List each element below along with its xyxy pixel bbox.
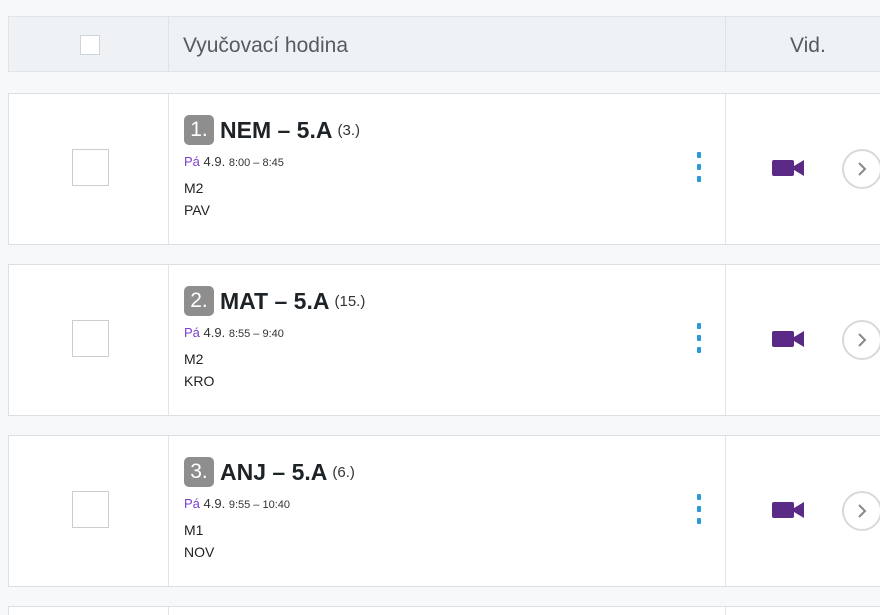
lesson-row[interactable]: 2. MAT – 5.A (15.) Pá 4.9. 8:55 – 9:40 M… xyxy=(8,264,880,416)
lesson-time: 8:55 – 9:40 xyxy=(228,328,284,340)
open-lesson-button[interactable] xyxy=(842,320,880,360)
lesson-teacher: KRO xyxy=(184,373,215,389)
chevron-right-icon xyxy=(858,504,867,518)
table-header: Vyučovací hodina Vid. xyxy=(8,16,880,72)
kebab-menu-icon[interactable] xyxy=(689,494,709,524)
chevron-right-icon xyxy=(858,162,867,176)
kebab-menu-icon[interactable] xyxy=(689,152,709,182)
lesson-number-badge: 3. xyxy=(184,457,214,487)
lesson-time: 8:00 – 8:45 xyxy=(228,157,284,169)
lesson-title: 2. MAT – 5.A (15.) xyxy=(184,285,365,317)
header-lesson-cell[interactable]: Vyučovací hodina xyxy=(169,17,726,71)
open-lesson-button[interactable] xyxy=(842,149,880,189)
lesson-number-badge: 2. xyxy=(184,286,214,316)
header-select-cell xyxy=(9,17,169,71)
lesson-video-cell xyxy=(726,436,880,586)
lesson-info-cell xyxy=(169,607,726,615)
lesson-room: M2 xyxy=(184,180,204,196)
header-lesson-label: Vyučovací hodina xyxy=(183,34,348,57)
lesson-count: (6.) xyxy=(332,463,355,481)
header-video-cell[interactable]: Vid. xyxy=(726,17,880,71)
open-lesson-button[interactable] xyxy=(842,491,880,531)
lesson-count: (15.) xyxy=(334,292,366,310)
lesson-title: 1. NEM – 5.A (3.) xyxy=(184,114,360,146)
lesson-day: Pá xyxy=(184,496,200,511)
lesson-info-cell[interactable]: 2. MAT – 5.A (15.) Pá 4.9. 8:55 – 9:40 M… xyxy=(169,265,726,415)
lesson-room: M2 xyxy=(184,351,204,367)
lesson-count: (3.) xyxy=(337,121,360,139)
lesson-subject: MAT – 5.A xyxy=(220,287,330,314)
row-checkbox[interactable] xyxy=(72,491,109,528)
row-select-cell xyxy=(9,436,169,586)
lesson-teacher: PAV xyxy=(184,202,210,218)
video-camera-icon[interactable] xyxy=(772,500,806,520)
lesson-title: 3. ANJ – 5.A (6.) xyxy=(184,456,355,488)
lesson-info-cell[interactable]: 3. ANJ – 5.A (6.) Pá 4.9. 9:55 – 10:40 M… xyxy=(169,436,726,586)
lesson-datetime: Pá 4.9. 8:00 – 8:45 xyxy=(184,154,284,169)
select-all-checkbox[interactable] xyxy=(80,35,100,55)
header-video-label: Vid. xyxy=(790,34,826,57)
kebab-menu-icon[interactable] xyxy=(689,323,709,353)
chevron-right-icon xyxy=(858,333,867,347)
lesson-info-cell[interactable]: 1. NEM – 5.A (3.) Pá 4.9. 8:00 – 8:45 M2… xyxy=(169,94,726,244)
lesson-datetime: Pá 4.9. 8:55 – 9:40 xyxy=(184,325,284,340)
lesson-video-cell xyxy=(726,94,880,244)
lesson-row[interactable]: 3. ANJ – 5.A (6.) Pá 4.9. 9:55 – 10:40 M… xyxy=(8,435,880,587)
lesson-subject: ANJ – 5.A xyxy=(220,458,328,485)
lesson-time: 9:55 – 10:40 xyxy=(228,499,291,511)
lesson-subject: NEM – 5.A xyxy=(220,116,333,143)
lesson-number-badge: 1. xyxy=(184,115,214,145)
lesson-day: Pá xyxy=(184,325,200,340)
row-select-cell xyxy=(9,607,169,615)
lesson-datetime: Pá 4.9. 9:55 – 10:40 xyxy=(184,496,290,511)
row-checkbox[interactable] xyxy=(72,320,109,357)
row-select-cell xyxy=(9,94,169,244)
lesson-teacher: NOV xyxy=(184,544,215,560)
video-camera-icon[interactable] xyxy=(772,329,806,349)
row-checkbox[interactable] xyxy=(72,149,109,186)
lesson-date: 4.9. xyxy=(203,154,226,169)
lesson-day: Pá xyxy=(184,154,200,169)
lesson-video-cell xyxy=(726,265,880,415)
row-select-cell xyxy=(9,265,169,415)
lesson-list-page: Vyučovací hodina Vid. 1. NEM – 5.A (3.) … xyxy=(0,0,880,615)
lesson-date: 4.9. xyxy=(203,325,226,340)
video-camera-icon[interactable] xyxy=(772,158,806,178)
lesson-date: 4.9. xyxy=(203,496,226,511)
lesson-room: M1 xyxy=(184,522,204,538)
lesson-row-partial xyxy=(8,606,880,615)
lesson-row[interactable]: 1. NEM – 5.A (3.) Pá 4.9. 8:00 – 8:45 M2… xyxy=(8,93,880,245)
